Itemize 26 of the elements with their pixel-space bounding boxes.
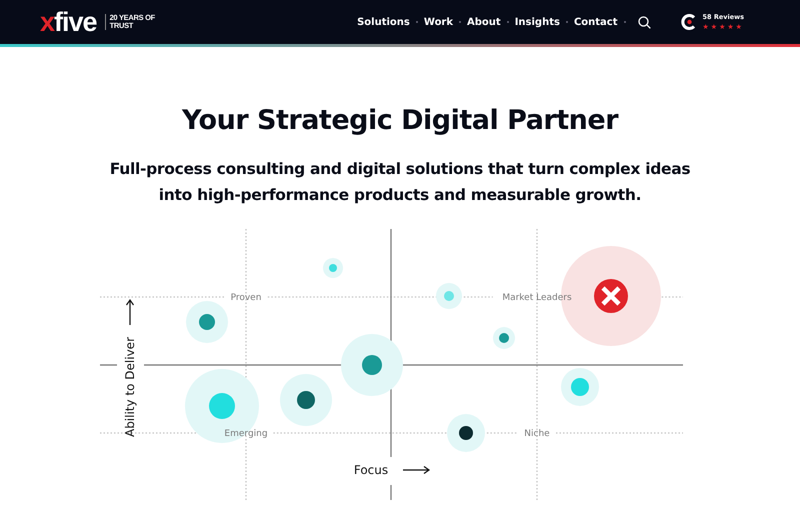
y-axis-label: Ability to Deliver (123, 336, 137, 438)
right-arrow-icon (403, 466, 430, 474)
bubble (493, 327, 515, 349)
nav-link[interactable]: Solutions (357, 16, 410, 28)
up-arrow-icon (126, 298, 134, 325)
quadrant-label: Niche (524, 429, 550, 439)
search-icon[interactable] (638, 16, 651, 28)
bubble (186, 301, 228, 343)
x-axis-label: Focus (354, 463, 388, 477)
bubble (280, 374, 332, 426)
quadrant-label: Emerging (224, 429, 268, 439)
quadrant-label: Market Leaders (502, 293, 572, 303)
hero-title: Your Strategic Digital Partner (180, 105, 620, 136)
bubble (561, 368, 599, 406)
bubble (447, 414, 485, 452)
nav-link[interactable]: Work (424, 16, 454, 28)
nav-link[interactable]: About (467, 16, 501, 28)
hero-subtitle: Full-process consulting and digital solutions that turn complex ideas into high-performance products and measurable growth. (108, 159, 692, 206)
bubble (436, 283, 462, 309)
bubble (323, 258, 343, 278)
logo[interactable]: xfive (40, 8, 97, 36)
quadrant-label: Proven (230, 293, 262, 303)
bubble (341, 334, 403, 396)
nav-link[interactable]: Contact (574, 16, 618, 28)
review-logo-icon[interactable] (680, 14, 697, 30)
nav-link[interactable]: Insights (514, 16, 560, 28)
